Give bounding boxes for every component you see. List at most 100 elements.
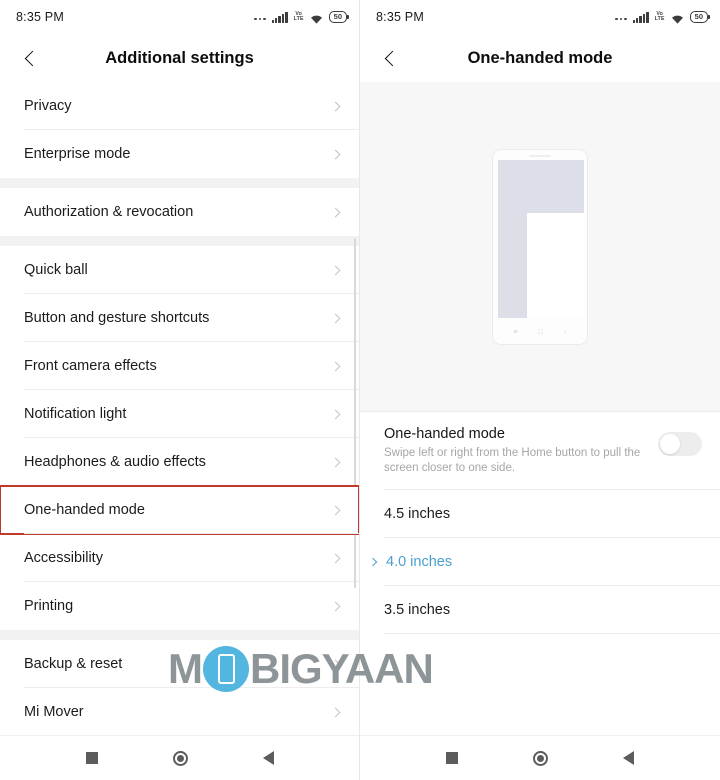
settings-row-label: Button and gesture shortcuts <box>24 310 210 326</box>
signal-bars-icon <box>271 11 288 23</box>
nav-back-button[interactable] <box>262 751 274 765</box>
circle-icon <box>172 750 188 766</box>
toggle-subtitle: Swipe left or right from the Home button… <box>384 447 641 474</box>
wifi-icon <box>310 12 323 24</box>
settings-row-label: Privacy <box>24 98 72 114</box>
nav-home-button[interactable] <box>532 750 548 766</box>
back-button-left[interactable] <box>8 34 56 82</box>
toggle-title: One-handed mode <box>384 426 505 442</box>
settings-row-label: Notification light <box>24 406 127 422</box>
chevron-right-icon <box>330 457 341 467</box>
size-options-list: 4.5 inches 4.0 inches 3.5 inches <box>360 490 720 634</box>
settings-row-label: Headphones & audio effects <box>24 454 206 470</box>
toggle-text-block: One-handed mode Swipe left or right from… <box>384 426 646 476</box>
battery-icon: 50 <box>328 11 349 23</box>
settings-row-label: Accessibility <box>24 550 103 566</box>
phone-back-icon: ‹ <box>564 329 567 336</box>
size-option-label: 4.5 inches <box>384 506 451 522</box>
settings-row-label: Backup & reset <box>24 656 123 672</box>
settings-row[interactable]: Front camera effects <box>0 342 359 390</box>
app-bar-right: One-handed mode <box>360 34 720 82</box>
switch-knob <box>660 434 680 454</box>
phone-screen-graphic <box>498 159 584 318</box>
phone-menu-icon: ≡ <box>513 329 518 336</box>
settings-row-label: Front camera effects <box>24 358 157 374</box>
chevron-right-icon <box>330 409 341 419</box>
settings-row-label: Mi Mover <box>24 704 84 720</box>
square-icon <box>85 752 98 764</box>
settings-row[interactable]: Printing <box>0 582 359 630</box>
triangle-left-icon <box>262 751 274 765</box>
nav-home-button[interactable] <box>172 750 188 766</box>
settings-row[interactable]: Accessibility <box>0 534 359 582</box>
settings-group-separator <box>0 178 359 188</box>
circle-icon <box>532 750 548 766</box>
settings-row[interactable]: Authorization & revocation <box>0 188 359 236</box>
app-bar-left: Additional settings <box>0 34 359 82</box>
settings-row[interactable]: Headphones & audio effects <box>0 438 359 486</box>
one-handed-mode-toggle-row[interactable]: One-handed mode Swipe left or right from… <box>360 412 720 490</box>
chevron-right-icon <box>330 265 341 275</box>
phone-home-icon: □ <box>538 329 543 336</box>
chevron-right-icon <box>330 553 341 563</box>
square-icon <box>445 752 458 764</box>
chevron-right-icon <box>330 101 341 111</box>
size-option-row[interactable]: 4.0 inches <box>360 538 720 586</box>
settings-row-label: Printing <box>24 598 74 614</box>
back-button-right[interactable] <box>368 34 416 82</box>
volte-icon: Vo LTE <box>654 10 665 22</box>
size-option-label: 4.0 inches <box>386 554 453 570</box>
status-bar-right: 8:35 PM Vo LTE 50 <box>360 0 720 34</box>
nav-recents-button[interactable] <box>85 752 98 764</box>
chevron-right-icon <box>330 149 341 159</box>
settings-group-separator <box>0 630 359 640</box>
settings-row[interactable]: Privacy <box>0 82 359 130</box>
size-option-label: 3.5 inches <box>384 602 451 618</box>
left-screen-additional-settings: 8:35 PM Vo LTE 50 Additional settings Pri… <box>0 0 360 780</box>
size-option-row[interactable]: 4.5 inches <box>360 490 720 538</box>
chevron-left-icon <box>384 50 400 66</box>
one-handed-illustration: ≡ □ ‹ <box>360 82 720 412</box>
phone-nav-strip: ≡ □ ‹ <box>493 325 587 341</box>
settings-row[interactable]: Backup & reset <box>0 640 359 688</box>
chevron-right-icon <box>330 313 341 323</box>
status-icons: Vo LTE 50 <box>615 10 710 24</box>
triangle-left-icon <box>623 751 635 765</box>
chevron-right-icon <box>330 707 341 717</box>
status-bar-left: 8:35 PM Vo LTE 50 <box>0 0 359 34</box>
settings-row[interactable]: One-handed mode <box>0 485 359 535</box>
chevron-right-icon <box>330 659 341 669</box>
phone-speaker-icon <box>529 154 551 157</box>
settings-row-label: Enterprise mode <box>24 146 131 162</box>
settings-row[interactable]: Notification light <box>0 390 359 438</box>
settings-row-label: Authorization & revocation <box>24 204 194 220</box>
settings-list: Privacy Enterprise mode Authorization & re… <box>0 82 359 736</box>
volte-icon: Vo LTE <box>293 10 304 22</box>
settings-row-label: One-handed mode <box>24 502 145 518</box>
one-handed-area-graphic <box>527 212 584 318</box>
settings-row[interactable]: Button and gesture shortcuts <box>0 294 359 342</box>
chevron-left-icon <box>24 50 40 66</box>
settings-row-label: Quick ball <box>24 262 88 278</box>
more-dots-icon <box>615 11 627 23</box>
chevron-right-icon <box>330 207 341 217</box>
list-scrollbar[interactable] <box>354 238 356 588</box>
wifi-icon <box>671 12 684 24</box>
size-option-row[interactable]: 3.5 inches <box>360 586 720 634</box>
status-icons: Vo LTE 50 <box>254 10 349 24</box>
more-dots-icon <box>254 11 266 23</box>
system-nav-bar-left <box>0 735 359 780</box>
settings-row[interactable]: Mi Mover <box>0 688 359 736</box>
nav-back-button[interactable] <box>623 751 635 765</box>
chevron-right-icon <box>330 505 341 515</box>
battery-icon: 50 <box>689 11 710 23</box>
phone-graphic: ≡ □ ‹ <box>492 148 588 345</box>
settings-row[interactable]: Enterprise mode <box>0 130 359 178</box>
dual-screenshot-container: 8:35 PM Vo LTE 50 Additional settings Pri… <box>0 0 720 780</box>
status-time: 8:35 PM <box>16 10 64 24</box>
settings-row[interactable]: Quick ball <box>0 246 359 294</box>
nav-recents-button[interactable] <box>445 752 458 764</box>
right-screen-one-handed-mode: 8:35 PM Vo LTE 50 One-handed mode ≡ □ ‹ … <box>360 0 720 780</box>
one-handed-mode-switch[interactable] <box>658 432 702 456</box>
signal-bars-icon <box>632 11 649 23</box>
